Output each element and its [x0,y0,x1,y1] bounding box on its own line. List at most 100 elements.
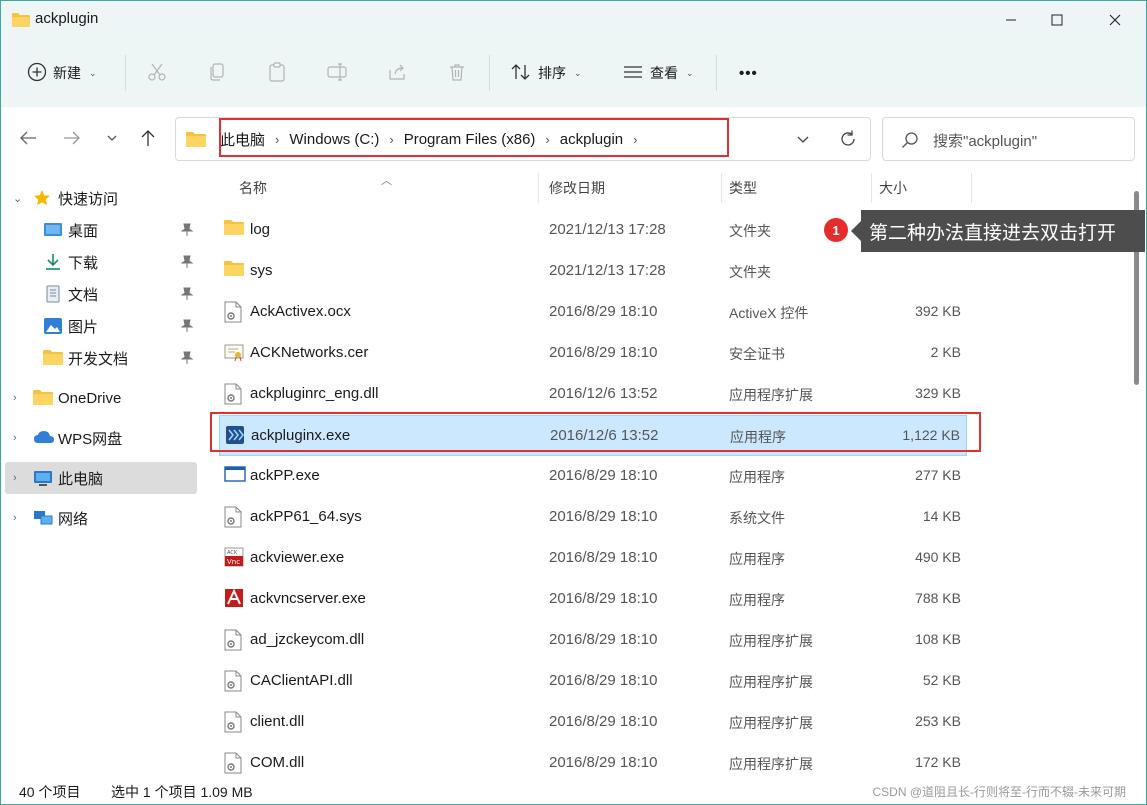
file-date: 2016/8/29 18:10 [549,713,658,730]
rename-button[interactable] [327,45,349,101]
delete-button[interactable] [447,45,467,101]
top-chrome: ackplugin 新建 ⌄ 排序 ⌄ 查看 ⌄ ••• [1,1,1146,107]
folder-icon [186,131,206,150]
file-name: COM.dll [250,754,305,771]
column-header-date[interactable]: 修改日期 [549,169,605,207]
file-name: AckActivex.ocx [250,303,351,320]
command-bar: 新建 ⌄ 排序 ⌄ 查看 ⌄ ••• [1,45,1146,101]
column-header-name[interactable]: 名称 [239,169,267,207]
file-list: 名称 ︿ 修改日期 类型 大小 log 2021/12/13 17:28 文件夹 sy… [201,169,1131,775]
sidebar-item-dev-docs[interactable]: 开发文档 [5,342,197,374]
file-row[interactable]: sys 2021/12/13 17:28 文件夹 [219,251,967,292]
sidebar-item-pictures[interactable]: 图片 [5,310,197,342]
search-placeholder: 搜索"ackplugin" [933,133,1038,150]
search-input[interactable]: 搜索"ackplugin" [882,117,1135,161]
back-button[interactable] [15,125,41,151]
chevron-right-icon[interactable]: › [13,392,17,404]
column-divider[interactable] [538,173,539,203]
file-name: ackPP.exe [250,467,320,484]
file-name: log [250,221,271,238]
file-row[interactable]: ackPP.exe 2016/8/29 18:10 应用程序 277 KB [219,456,967,497]
column-header-label: 大小 [879,180,907,196]
file-row[interactable]: ackvncserver.exe 2016/8/29 18:10 应用程序 788 K… [219,579,967,620]
rename-icon [327,62,349,85]
sidebar-item-onedrive[interactable]: › OneDrive [5,382,197,414]
column-divider[interactable] [721,173,722,203]
column-divider[interactable] [871,173,872,203]
file-gear-icon [224,301,242,326]
minimize-button[interactable] [988,1,1034,39]
folder-icon [224,219,244,238]
forward-button[interactable] [59,125,85,151]
file-row[interactable]: CAClientAPI.dll 2016/8/29 18:10 应用程序扩展 52 K… [219,661,967,702]
maximize-button[interactable] [1034,1,1080,39]
view-button[interactable]: 查看 ⌄ [622,45,694,101]
file-row[interactable]: ackpluginrc_eng.dll 2016/12/6 13:52 应用程序扩展… [219,374,967,415]
recent-locations-button[interactable] [99,125,125,151]
column-header-size[interactable]: 大小 [879,169,907,207]
desktop-icon [43,221,63,243]
sort-button[interactable]: 排序 ⌄ [510,45,582,101]
sidebar-item-desktop[interactable]: 桌面 [5,214,197,246]
sidebar-item-network[interactable]: › 网络 [5,502,197,534]
file-size: 329 KB [915,385,961,401]
chevron-right-icon[interactable]: › [13,512,17,524]
paste-button[interactable] [267,45,287,101]
pin-icon[interactable] [180,319,194,337]
toolbar-divider [716,55,717,91]
share-button[interactable] [387,45,407,101]
column-divider[interactable] [971,173,972,203]
file-gear-icon [224,711,242,736]
chevron-right-icon[interactable]: › [13,472,17,484]
pin-icon[interactable] [180,287,194,305]
selected-file-highlight-box [210,412,981,452]
explorer-window: ackplugin 新建 ⌄ 排序 ⌄ 查看 ⌄ ••• 此电脑 › Windo… [0,0,1147,805]
file-type: 应用程序 [729,551,785,567]
window-title: ackplugin [35,10,99,27]
cut-button[interactable] [147,45,167,101]
file-date: 2021/12/13 17:28 [549,262,666,279]
file-row[interactable]: Vnc ACK ackviewer.exe 2016/8/29 18:10 应用程序 49… [219,538,967,579]
sidebar-item-label: 桌面 [68,222,99,240]
file-date: 2021/12/13 17:28 [549,221,666,238]
sidebar-item-quick-access[interactable]: ⌄ 快速访问 [5,182,197,214]
more-options-button[interactable]: ••• [739,45,758,101]
pin-icon[interactable] [180,351,194,369]
view-label: 查看 [650,65,678,81]
close-button[interactable] [1092,1,1138,39]
window-app-icon [224,465,246,486]
file-name: CAClientAPI.dll [250,672,353,689]
pin-icon[interactable] [180,223,194,241]
file-row[interactable]: ackPP61_64.sys 2016/8/29 18:10 系统文件 14 KB [219,497,967,538]
sidebar-item-documents[interactable]: 文档 [5,278,197,310]
new-button[interactable]: 新建 ⌄ [27,45,97,101]
folder-icon [33,389,53,409]
file-name: ad_jzckeycom.dll [250,631,365,648]
address-dropdown-icon[interactable] [796,132,810,148]
sidebar-item-wps[interactable]: › WPS网盘 [5,422,197,454]
file-row[interactable]: ACKNetworks.cer 2016/8/29 18:10 安全证书 2 KB [219,333,967,374]
file-size: 2 KB [930,344,961,360]
document-icon [43,285,63,307]
file-row[interactable]: ad_jzckeycom.dll 2016/8/29 18:10 应用程序扩展 108… [219,620,967,661]
annotation-badge: 1 [824,218,848,242]
up-button[interactable] [135,125,161,151]
chevron-right-icon[interactable]: › [13,432,17,444]
share-icon [387,62,407,85]
refresh-icon[interactable] [838,129,858,152]
scissors-icon [147,62,167,85]
sidebar-item-downloads[interactable]: 下载 [5,246,197,278]
chevron-down-icon[interactable]: ⌄ [13,192,22,205]
pin-icon[interactable] [180,255,194,273]
file-row[interactable]: client.dll 2016/8/29 18:10 应用程序扩展 253 KB [219,702,967,743]
trash-icon [447,62,467,85]
file-date: 2016/8/29 18:10 [549,549,658,566]
more-icon: ••• [739,64,758,82]
column-header-type[interactable]: 类型 [729,169,757,207]
annotation-callout: 第二种办法直接进去双击打开 [851,210,1145,252]
sidebar-item-this-pc[interactable]: › 此电脑 [5,462,197,494]
file-row[interactable]: AckActivex.ocx 2016/8/29 18:10 ActiveX 控件 3… [219,292,967,333]
selection-info: 选中 1 个项目 1.09 MB [111,784,253,800]
sort-icon [510,62,532,85]
copy-button[interactable] [207,45,227,101]
